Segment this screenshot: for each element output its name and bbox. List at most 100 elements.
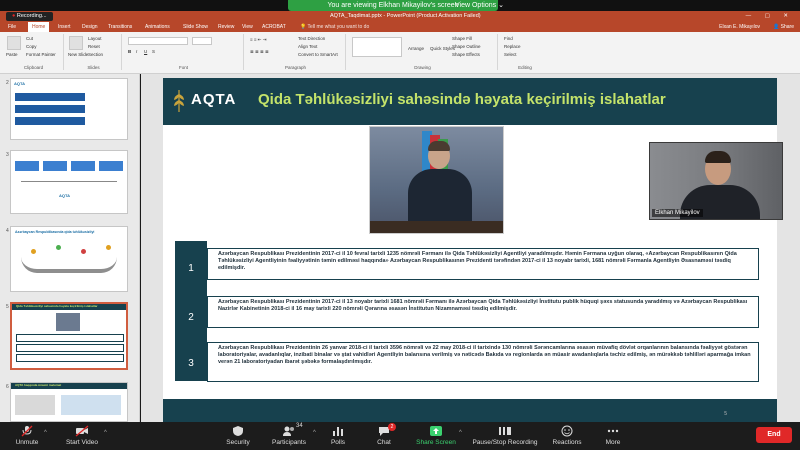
editing-group-label: Editing — [518, 65, 532, 70]
find-button[interactable]: Find — [504, 36, 513, 41]
reset-button[interactable]: Reset — [88, 44, 100, 49]
participants-icon — [283, 426, 294, 436]
pause-stop-recording-button[interactable]: Pause/Stop Recording — [470, 422, 540, 450]
security-label: Security — [226, 439, 250, 446]
cut-button[interactable]: Cut — [26, 36, 33, 41]
shapes-gallery[interactable] — [352, 37, 402, 57]
start-video-label: Start Video — [65, 439, 99, 446]
font-size-box[interactable] — [192, 37, 212, 45]
shape-fill-button[interactable]: Shape Fill — [452, 36, 472, 41]
slide-footer-bar — [163, 399, 777, 423]
share-screen-button[interactable]: Share Screen — [414, 422, 458, 450]
slide-thumbnail-3[interactable]: AQTA — [10, 150, 128, 214]
security-button[interactable]: Security — [222, 422, 254, 450]
end-meeting-button[interactable]: End — [756, 427, 792, 443]
view-options-button[interactable]: View Options ⌄ — [455, 0, 504, 11]
text-direction-button[interactable]: Text Direction — [298, 36, 325, 41]
new-slide-icon[interactable] — [69, 36, 83, 50]
slide-header-bar: AQTA Qida Təhlükəsizliyi sahəsində həyat… — [163, 78, 777, 125]
tab-design[interactable]: Design — [82, 22, 98, 32]
chat-unread-badge: 2 — [388, 423, 396, 431]
pause-stop-icon — [499, 427, 511, 435]
italic-button[interactable]: I — [136, 49, 137, 54]
slide-thumbnail-5[interactable]: Qida Təhlükəsizliyi sahəsində həyata keç… — [10, 302, 128, 370]
select-button[interactable]: Select — [504, 52, 517, 57]
current-slide[interactable]: AQTA Qida Təhlükəsizliyi sahəsində həyat… — [163, 78, 777, 423]
thumb-image — [15, 395, 55, 415]
start-video-button[interactable]: Start Video — [60, 422, 104, 450]
paragraph-group-label: Paragraph — [284, 65, 306, 70]
recording-button-label: Pause/Stop Recording — [472, 439, 538, 446]
paste-icon[interactable] — [7, 36, 21, 50]
tab-insert[interactable]: Insert — [58, 22, 71, 32]
share-screen-icon — [430, 426, 442, 436]
thumb-box — [15, 161, 39, 171]
tab-file[interactable]: File — [8, 22, 16, 32]
item-2-number: 2 — [188, 312, 194, 323]
shield-icon — [233, 426, 243, 436]
slide-thumbnail-4[interactable]: Azərbaycan Respublikasında qida təhlükəs… — [10, 226, 128, 292]
zoom-top-banner: You are viewing Elkhan Mikayilov's scree… — [0, 0, 800, 11]
bold-button[interactable]: B — [128, 49, 131, 54]
more-label: More — [605, 439, 621, 446]
tell-me-box[interactable]: 💡 Tell me what you want to do — [300, 22, 369, 32]
tab-review[interactable]: Review — [218, 22, 234, 32]
font-name-box[interactable] — [128, 37, 188, 45]
tab-transitions[interactable]: Transitions — [108, 22, 132, 32]
copy-button[interactable]: Copy — [26, 44, 37, 49]
window-title: AQTA_Taqdimat.pptx - PowerPoint (Product… — [330, 13, 481, 19]
item-2-text: Azərbaycan Respublikası Prezidentinin 20… — [207, 296, 759, 328]
unmute-button[interactable]: Unmute — [10, 422, 44, 450]
participant-video[interactable]: Elkhan Mikayilov — [649, 142, 783, 220]
reactions-label: Reactions — [552, 439, 582, 446]
chevron-up-icon[interactable]: ^ — [44, 430, 47, 436]
thumb-image — [61, 395, 121, 415]
share-button[interactable]: 👤 Share — [773, 22, 794, 32]
layout-button[interactable]: Layout — [88, 36, 102, 41]
replace-button[interactable]: Replace — [504, 44, 521, 49]
smiley-icon — [561, 425, 573, 437]
signed-in-user[interactable]: Elxan E. Mikayılov — [719, 22, 760, 32]
convert-smartart-button[interactable]: Convert to SmartArt — [298, 52, 338, 57]
window-controls[interactable]: — ▢ ✕ — [746, 11, 794, 22]
slide-thumbnail-2[interactable]: AQTA — [10, 78, 128, 140]
slides-group-label: Slides — [87, 65, 100, 70]
format-painter-button[interactable]: Format Painter — [26, 52, 56, 57]
tab-home[interactable]: Home — [28, 22, 50, 32]
recording-indicator[interactable]: ● Recording... — [6, 12, 53, 21]
align-buttons[interactable]: ≣ ≣ ≣ ≣ — [250, 49, 269, 55]
shadow-button[interactable]: S — [152, 49, 155, 54]
tab-slide-show[interactable]: Slide Show — [183, 22, 208, 32]
shape-outline-button[interactable]: Shape Outline — [452, 44, 481, 49]
tab-animations[interactable]: Animations — [145, 22, 170, 32]
new-slide-button[interactable]: New Slide — [68, 52, 88, 57]
thumb-pin — [106, 245, 111, 250]
share-screen-label: Share Screen — [416, 439, 456, 446]
thumb-box — [16, 344, 124, 352]
section-button[interactable]: Section — [88, 52, 103, 57]
more-button[interactable]: More — [600, 422, 626, 450]
underline-button[interactable]: U — [144, 49, 147, 54]
tab-acrobat[interactable]: ACROBAT — [262, 22, 286, 32]
chevron-up-icon[interactable]: ^ — [459, 430, 462, 436]
reactions-button[interactable]: Reactions — [550, 422, 584, 450]
thumb-pin — [81, 249, 86, 254]
align-text-button[interactable]: Align Text — [298, 44, 317, 49]
arrange-button[interactable]: Arrange — [408, 46, 424, 51]
chat-button[interactable]: Chat 2 — [372, 422, 396, 450]
video-person-hair — [705, 151, 731, 163]
polls-button[interactable]: Polls — [326, 422, 350, 450]
tab-view[interactable]: View — [242, 22, 253, 32]
font-group: B I U S Font — [124, 34, 244, 70]
bullets-button[interactable]: ≡ ≡ ⇤ ⇥ — [250, 37, 267, 43]
participants-button[interactable]: Participants 34 — [266, 422, 312, 450]
paste-button[interactable]: Paste — [6, 52, 18, 57]
thumb-title: Qida Təhlükəsizliyi sahəsində həyata keç… — [16, 304, 98, 308]
chevron-up-icon[interactable]: ^ — [104, 430, 107, 436]
shape-effects-button[interactable]: Shape Effects — [452, 52, 480, 57]
polls-icon — [333, 427, 343, 436]
chevron-up-icon[interactable]: ^ — [313, 430, 316, 436]
drawing-group-label: Drawing — [414, 65, 431, 70]
wheat-logo-icon — [174, 90, 184, 112]
slide-thumbnail-6[interactable]: AQTA haqqında ümumi məlumat — [10, 382, 128, 422]
